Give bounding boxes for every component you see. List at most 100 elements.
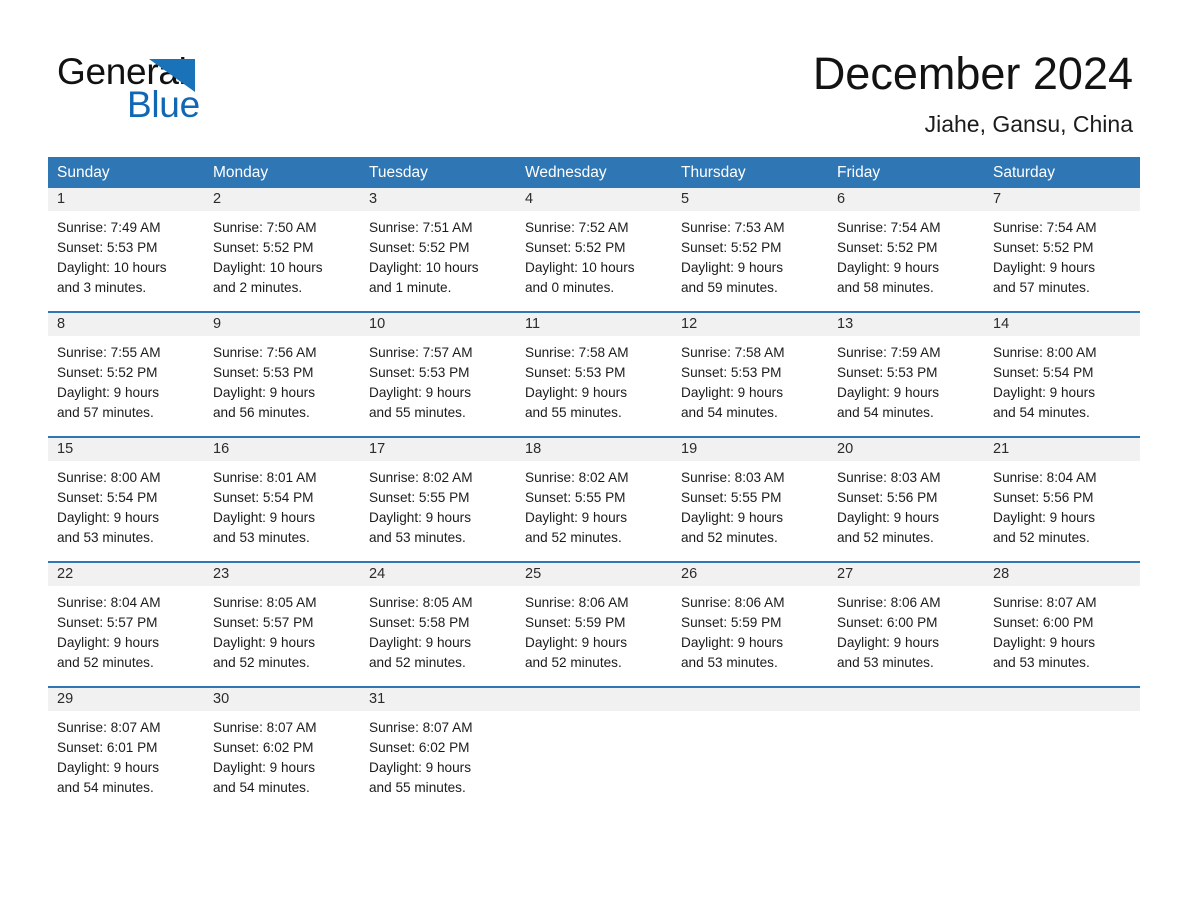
- week-row: 29 Sunrise: 8:07 AM Sunset: 6:01 PM Dayl…: [48, 686, 1140, 798]
- day-cell[interactable]: 13 Sunrise: 7:59 AM Sunset: 5:53 PM Dayl…: [828, 313, 984, 423]
- day-cell[interactable]: 10 Sunrise: 7:57 AM Sunset: 5:53 PM Dayl…: [360, 313, 516, 423]
- day-details: [672, 711, 828, 718]
- day-cell[interactable]: 12 Sunrise: 7:58 AM Sunset: 5:53 PM Dayl…: [672, 313, 828, 423]
- day-cell[interactable]: 11 Sunrise: 7:58 AM Sunset: 5:53 PM Dayl…: [516, 313, 672, 423]
- day-details: Sunrise: 7:53 AM Sunset: 5:52 PM Dayligh…: [672, 211, 828, 298]
- day-cell[interactable]: 29 Sunrise: 8:07 AM Sunset: 6:01 PM Dayl…: [48, 688, 204, 798]
- sunrise-text: Sunrise: 7:55 AM: [57, 345, 161, 360]
- day-number: 14: [984, 313, 1140, 336]
- day-cell[interactable]: 26 Sunrise: 8:06 AM Sunset: 5:59 PM Dayl…: [672, 563, 828, 673]
- day-number: 25: [516, 563, 672, 586]
- daylight-text-line2: and 52 minutes.: [213, 655, 310, 670]
- day-cell[interactable]: 24 Sunrise: 8:05 AM Sunset: 5:58 PM Dayl…: [360, 563, 516, 673]
- sunset-text: Sunset: 5:52 PM: [993, 240, 1094, 255]
- day-cell[interactable]: 31 Sunrise: 8:07 AM Sunset: 6:02 PM Dayl…: [360, 688, 516, 798]
- day-details: Sunrise: 8:00 AM Sunset: 5:54 PM Dayligh…: [48, 461, 204, 548]
- day-cell[interactable]: 27 Sunrise: 8:06 AM Sunset: 6:00 PM Dayl…: [828, 563, 984, 673]
- daylight-text-line1: Daylight: 9 hours: [213, 510, 316, 525]
- sunrise-text: Sunrise: 7:50 AM: [213, 220, 317, 235]
- day-cell[interactable]: 4 Sunrise: 7:52 AM Sunset: 5:52 PM Dayli…: [516, 188, 672, 298]
- day-cell[interactable]: 6 Sunrise: 7:54 AM Sunset: 5:52 PM Dayli…: [828, 188, 984, 298]
- daylight-text-line2: and 57 minutes.: [993, 280, 1090, 295]
- day-number: [516, 688, 672, 711]
- daylight-text-line2: and 53 minutes.: [837, 655, 934, 670]
- day-details: Sunrise: 8:07 AM Sunset: 6:02 PM Dayligh…: [360, 711, 516, 798]
- day-number: 23: [204, 563, 360, 586]
- day-cell[interactable]: 23 Sunrise: 8:05 AM Sunset: 5:57 PM Dayl…: [204, 563, 360, 673]
- daylight-text-line2: and 54 minutes.: [213, 780, 310, 795]
- daylight-text-line2: and 53 minutes.: [369, 530, 466, 545]
- sunset-text: Sunset: 5:52 PM: [213, 240, 314, 255]
- day-number: 22: [48, 563, 204, 586]
- day-cell[interactable]: 30 Sunrise: 8:07 AM Sunset: 6:02 PM Dayl…: [204, 688, 360, 798]
- day-number: 26: [672, 563, 828, 586]
- sunset-text: Sunset: 5:55 PM: [681, 490, 782, 505]
- day-cell[interactable]: 14 Sunrise: 8:00 AM Sunset: 5:54 PM Dayl…: [984, 313, 1140, 423]
- day-number: 19: [672, 438, 828, 461]
- day-cell[interactable]: 2 Sunrise: 7:50 AM Sunset: 5:52 PM Dayli…: [204, 188, 360, 298]
- day-number: 24: [360, 563, 516, 586]
- day-number: 12: [672, 313, 828, 336]
- day-cell[interactable]: 17 Sunrise: 8:02 AM Sunset: 5:55 PM Dayl…: [360, 438, 516, 548]
- day-details: Sunrise: 8:07 AM Sunset: 6:01 PM Dayligh…: [48, 711, 204, 798]
- day-details: Sunrise: 7:50 AM Sunset: 5:52 PM Dayligh…: [204, 211, 360, 298]
- daylight-text-line1: Daylight: 9 hours: [525, 510, 628, 525]
- day-number: 13: [828, 313, 984, 336]
- day-cell[interactable]: 8 Sunrise: 7:55 AM Sunset: 5:52 PM Dayli…: [48, 313, 204, 423]
- day-number: 3: [360, 188, 516, 211]
- sunrise-text: Sunrise: 7:49 AM: [57, 220, 161, 235]
- daylight-text-line2: and 52 minutes.: [993, 530, 1090, 545]
- daylight-text-line2: and 57 minutes.: [57, 405, 154, 420]
- day-details: Sunrise: 7:58 AM Sunset: 5:53 PM Dayligh…: [672, 336, 828, 423]
- sunrise-text: Sunrise: 8:06 AM: [681, 595, 785, 610]
- week-row: 1 Sunrise: 7:49 AM Sunset: 5:53 PM Dayli…: [48, 188, 1140, 298]
- daylight-text-line1: Daylight: 10 hours: [213, 260, 323, 275]
- day-number: 1: [48, 188, 204, 211]
- daylight-text-line2: and 54 minutes.: [681, 405, 778, 420]
- day-details: Sunrise: 8:00 AM Sunset: 5:54 PM Dayligh…: [984, 336, 1140, 423]
- day-cell[interactable]: 20 Sunrise: 8:03 AM Sunset: 5:56 PM Dayl…: [828, 438, 984, 548]
- week-row: 15 Sunrise: 8:00 AM Sunset: 5:54 PM Dayl…: [48, 436, 1140, 548]
- daylight-text-line1: Daylight: 9 hours: [837, 385, 940, 400]
- sunset-text: Sunset: 5:58 PM: [369, 615, 470, 630]
- day-cell[interactable]: 9 Sunrise: 7:56 AM Sunset: 5:53 PM Dayli…: [204, 313, 360, 423]
- day-cell[interactable]: 16 Sunrise: 8:01 AM Sunset: 5:54 PM Dayl…: [204, 438, 360, 548]
- weekday-header-monday: Monday: [213, 164, 269, 181]
- weekday-header-thursday: Thursday: [681, 164, 746, 181]
- day-number: 10: [360, 313, 516, 336]
- daylight-text-line1: Daylight: 9 hours: [681, 510, 784, 525]
- day-cell-empty: [672, 688, 828, 798]
- sunrise-text: Sunrise: 7:54 AM: [837, 220, 941, 235]
- generalblue-logo[interactable]: General Blue: [57, 52, 287, 127]
- day-cell[interactable]: 25 Sunrise: 8:06 AM Sunset: 5:59 PM Dayl…: [516, 563, 672, 673]
- sunset-text: Sunset: 5:53 PM: [213, 365, 314, 380]
- day-number: 6: [828, 188, 984, 211]
- day-details: Sunrise: 7:54 AM Sunset: 5:52 PM Dayligh…: [984, 211, 1140, 298]
- day-cell[interactable]: 18 Sunrise: 8:02 AM Sunset: 5:55 PM Dayl…: [516, 438, 672, 548]
- sunset-text: Sunset: 5:52 PM: [369, 240, 470, 255]
- daylight-text-line2: and 59 minutes.: [681, 280, 778, 295]
- day-cell[interactable]: 15 Sunrise: 8:00 AM Sunset: 5:54 PM Dayl…: [48, 438, 204, 548]
- day-cell[interactable]: 21 Sunrise: 8:04 AM Sunset: 5:56 PM Dayl…: [984, 438, 1140, 548]
- day-cell[interactable]: 5 Sunrise: 7:53 AM Sunset: 5:52 PM Dayli…: [672, 188, 828, 298]
- sunset-text: Sunset: 5:54 PM: [57, 490, 158, 505]
- sunset-text: Sunset: 6:00 PM: [837, 615, 938, 630]
- sunset-text: Sunset: 5:54 PM: [993, 365, 1094, 380]
- daylight-text-line1: Daylight: 10 hours: [369, 260, 479, 275]
- day-number: [828, 688, 984, 711]
- day-cell[interactable]: 22 Sunrise: 8:04 AM Sunset: 5:57 PM Dayl…: [48, 563, 204, 673]
- day-cell[interactable]: 28 Sunrise: 8:07 AM Sunset: 6:00 PM Dayl…: [984, 563, 1140, 673]
- day-cell-empty: [984, 688, 1140, 798]
- sunrise-text: Sunrise: 8:07 AM: [57, 720, 161, 735]
- day-cell[interactable]: 19 Sunrise: 8:03 AM Sunset: 5:55 PM Dayl…: [672, 438, 828, 548]
- day-details: Sunrise: 7:59 AM Sunset: 5:53 PM Dayligh…: [828, 336, 984, 423]
- day-cell[interactable]: 3 Sunrise: 7:51 AM Sunset: 5:52 PM Dayli…: [360, 188, 516, 298]
- day-cell[interactable]: 7 Sunrise: 7:54 AM Sunset: 5:52 PM Dayli…: [984, 188, 1140, 298]
- day-cell[interactable]: 1 Sunrise: 7:49 AM Sunset: 5:53 PM Dayli…: [48, 188, 204, 298]
- daylight-text-line1: Daylight: 9 hours: [57, 510, 160, 525]
- page-header: General Blue December 2024 Jiahe, Gansu,…: [0, 0, 1188, 155]
- sunrise-text: Sunrise: 7:58 AM: [525, 345, 629, 360]
- day-number: 30: [204, 688, 360, 711]
- weekday-header-saturday: Saturday: [993, 164, 1056, 181]
- daylight-text-line1: Daylight: 9 hours: [57, 635, 160, 650]
